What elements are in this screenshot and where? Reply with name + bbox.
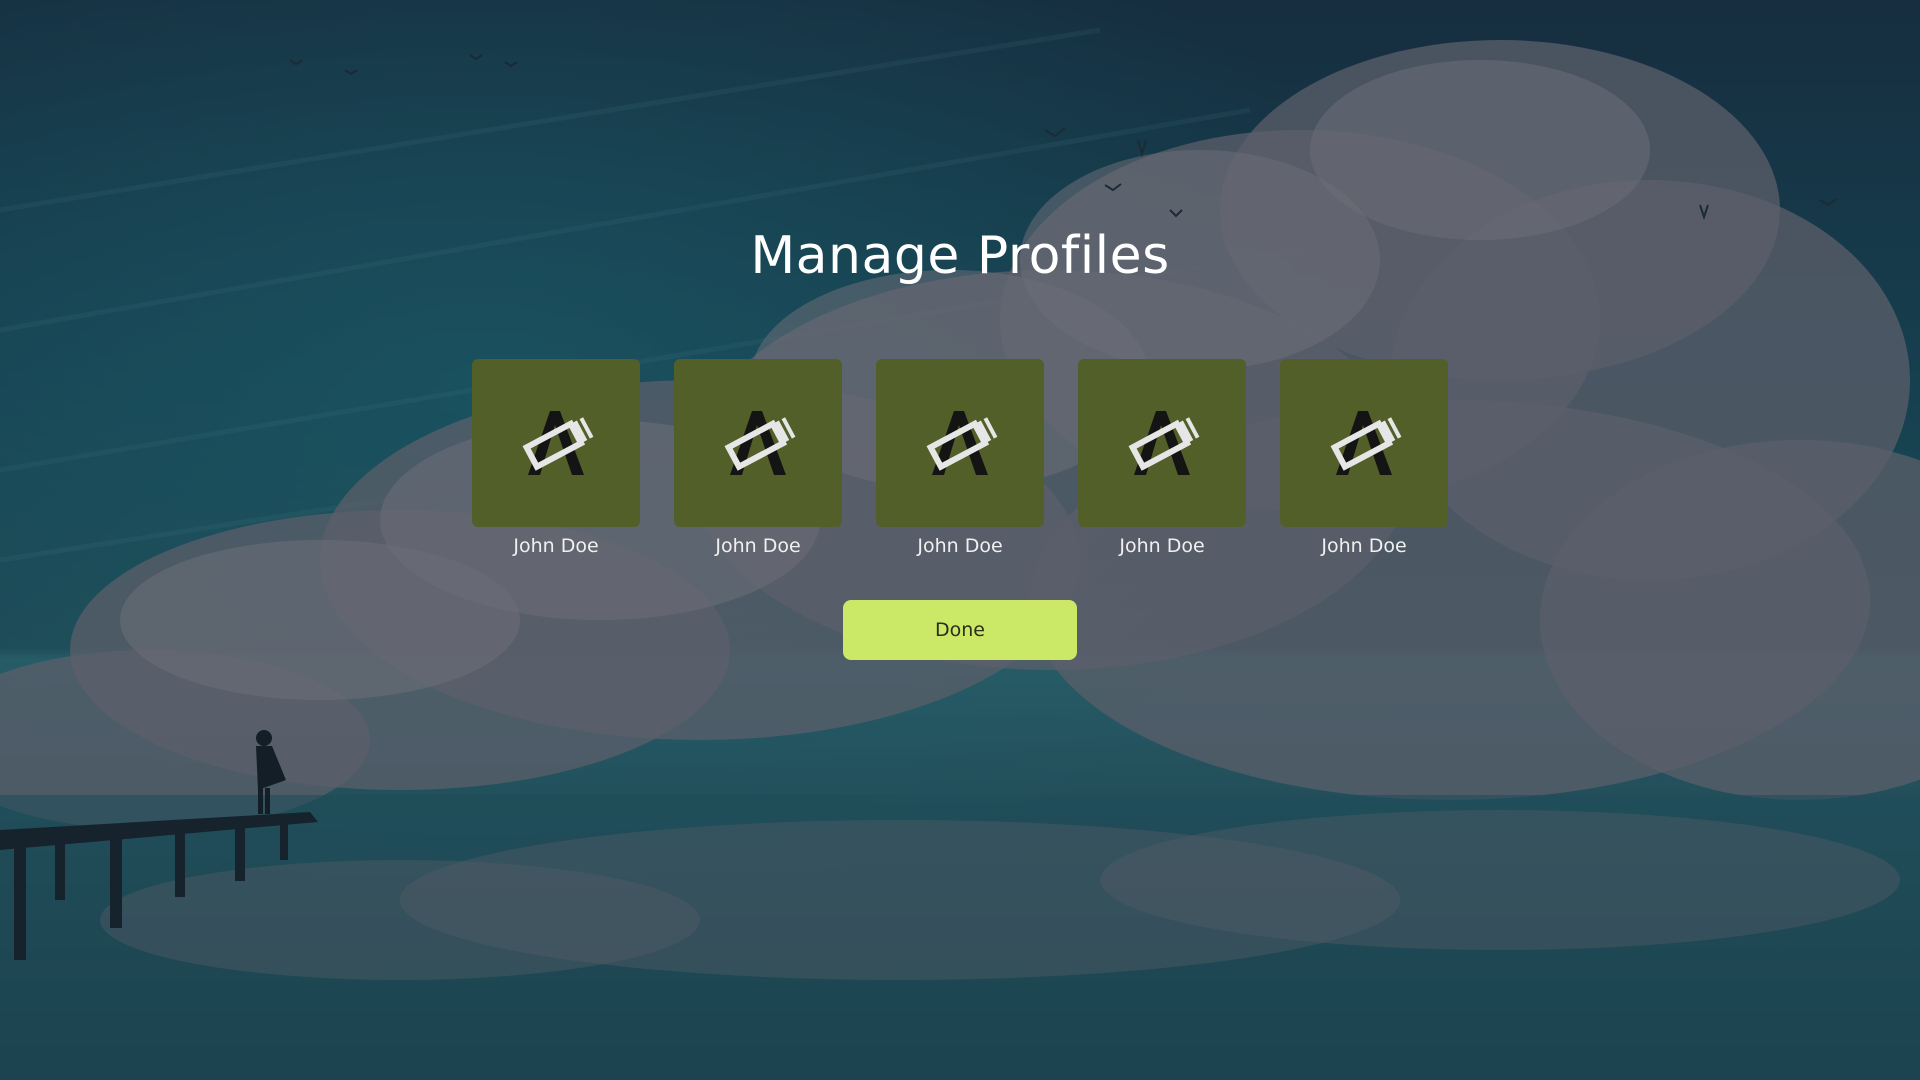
profile-item[interactable]: John Doe	[674, 359, 842, 557]
manage-profiles-screen: Manage Profiles John Doe John Doe John D…	[0, 0, 1920, 1080]
profile-avatar-tile[interactable]	[1078, 359, 1246, 527]
pencil-edit-icon	[1324, 403, 1404, 483]
profile-avatar-tile[interactable]	[674, 359, 842, 527]
profile-avatar-tile[interactable]	[472, 359, 640, 527]
profile-item[interactable]: John Doe	[1078, 359, 1246, 557]
done-button[interactable]: Done	[843, 600, 1077, 660]
profile-name: John Doe	[1119, 535, 1205, 557]
pencil-edit-icon	[920, 403, 1000, 483]
profile-avatar-tile[interactable]	[1280, 359, 1448, 527]
pencil-edit-icon	[516, 403, 596, 483]
profile-name: John Doe	[715, 535, 801, 557]
pencil-edit-icon	[718, 403, 798, 483]
profile-list: John Doe John Doe John Doe John Doe John…	[472, 359, 1448, 557]
profile-avatar-tile[interactable]	[876, 359, 1044, 527]
profile-item[interactable]: John Doe	[876, 359, 1044, 557]
pencil-edit-icon	[1122, 403, 1202, 483]
profile-name: John Doe	[917, 535, 1003, 557]
profile-item[interactable]: John Doe	[472, 359, 640, 557]
profile-name: John Doe	[1321, 535, 1407, 557]
profile-name: John Doe	[513, 535, 599, 557]
profile-item[interactable]: John Doe	[1280, 359, 1448, 557]
page-title: Manage Profiles	[750, 226, 1170, 286]
